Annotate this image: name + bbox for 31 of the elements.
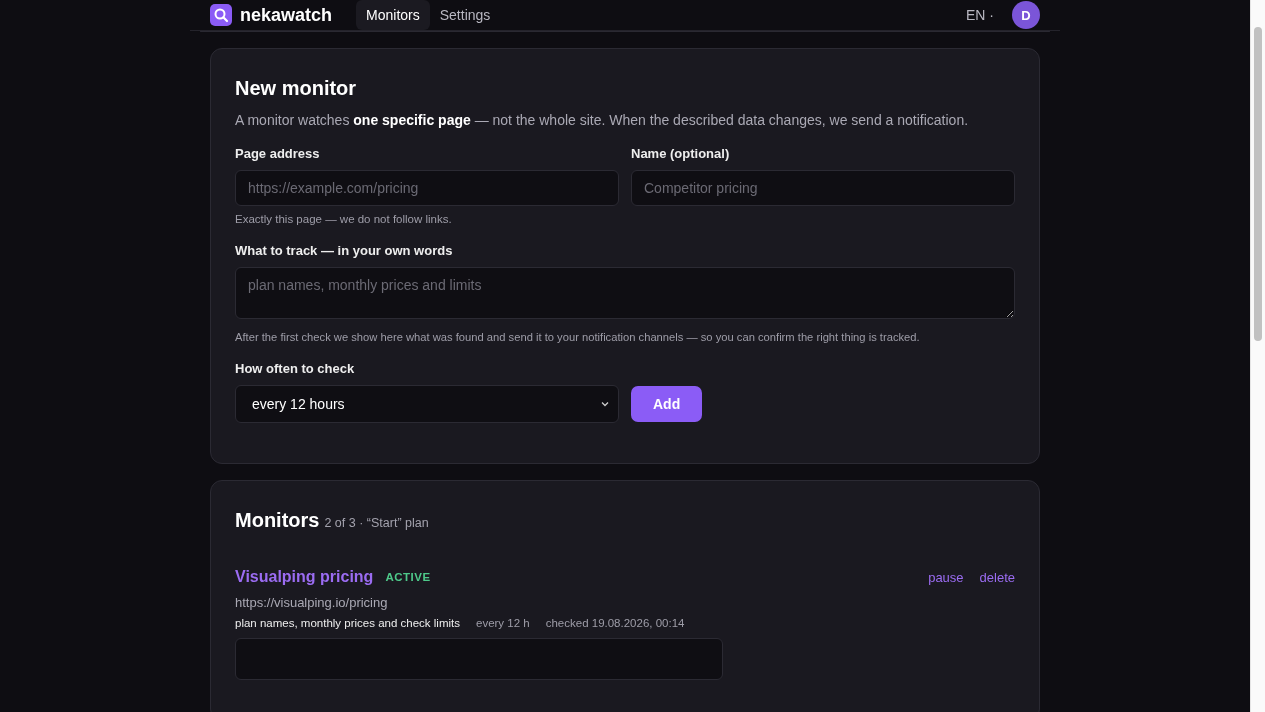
action-link[interactable]: delete <box>979 569 1015 585</box>
frequency-select[interactable]: every 12 hours <box>235 385 619 423</box>
language-selector[interactable]: EN · <box>966 7 994 23</box>
scrollbar-thumb[interactable] <box>1254 27 1262 341</box>
field-hint: Exactly this page — we do not follow links. <box>235 213 453 225</box>
nav-tab[interactable]: Monitors <box>356 0 430 30</box>
field-label: Name (optional) <box>631 146 731 161</box>
logo-icon <box>210 4 232 26</box>
monitor-name[interactable]: Visualping pricing <box>235 568 374 586</box>
track-field[interactable]: plan names, monthly prices and limits <box>235 267 1015 319</box>
field-hint: After the first check we show here what was found and send it to your notification channels — so you can confirm the right thing is tracked. <box>235 331 921 343</box>
caret-icon <box>600 399 610 409</box>
address-field[interactable]: https://example.com/pricing <box>235 170 619 206</box>
tracked-description: plan names, monthly prices and check limits <box>235 617 460 629</box>
last-checked: checked 19.08.2026, 00:14 <box>545 617 685 629</box>
user-avatar[interactable]: D <box>1012 1 1040 29</box>
app-name: nekawatch <box>240 4 333 26</box>
field-label: Page address <box>235 146 321 161</box>
field-label: What to track — in your own words <box>235 243 454 258</box>
section-title: Monitors <box>235 509 320 532</box>
nav-tab[interactable]: Settings <box>429 0 501 30</box>
status-label: ACTIVE <box>385 571 431 583</box>
plan-usage: 2 of 3 · “Start” plan <box>324 516 429 530</box>
action-link[interactable]: pause <box>928 569 964 585</box>
add-button[interactable]: Add <box>631 386 703 422</box>
monitor-url: https://visualping.io/pricing <box>235 595 389 610</box>
field-label: How often to check <box>235 361 356 376</box>
intro-text: A monitor watches one specific page — not the whole site. When the described data changes, we send a notification. <box>235 112 970 128</box>
section-title: New monitor <box>235 77 358 100</box>
check-interval: every 12 h <box>476 617 530 629</box>
name-field[interactable]: Competitor pricing <box>631 170 1015 206</box>
